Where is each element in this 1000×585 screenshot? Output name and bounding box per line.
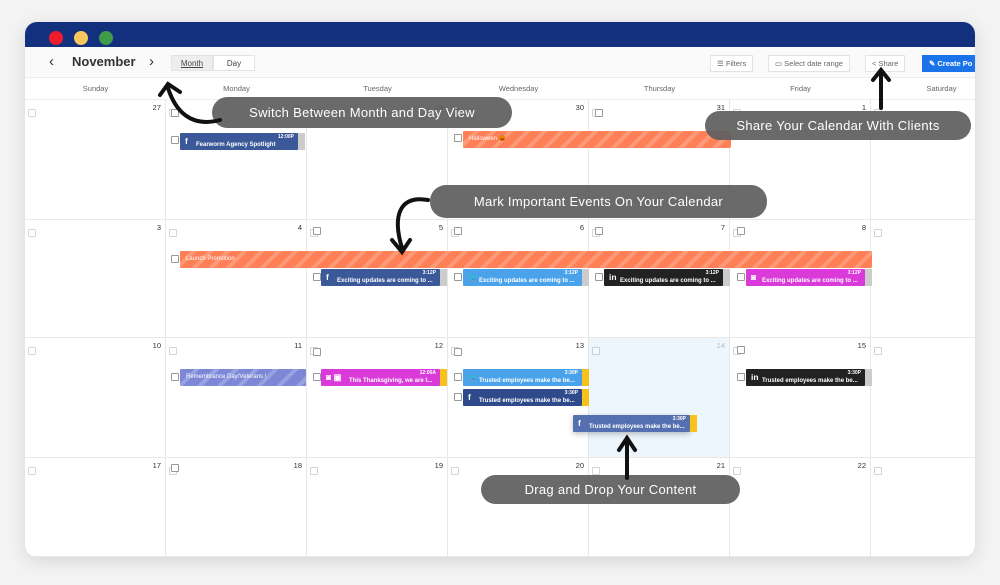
arrow-icon <box>166 86 222 124</box>
arrow-icons <box>158 66 891 480</box>
arrow-icon <box>395 197 430 250</box>
